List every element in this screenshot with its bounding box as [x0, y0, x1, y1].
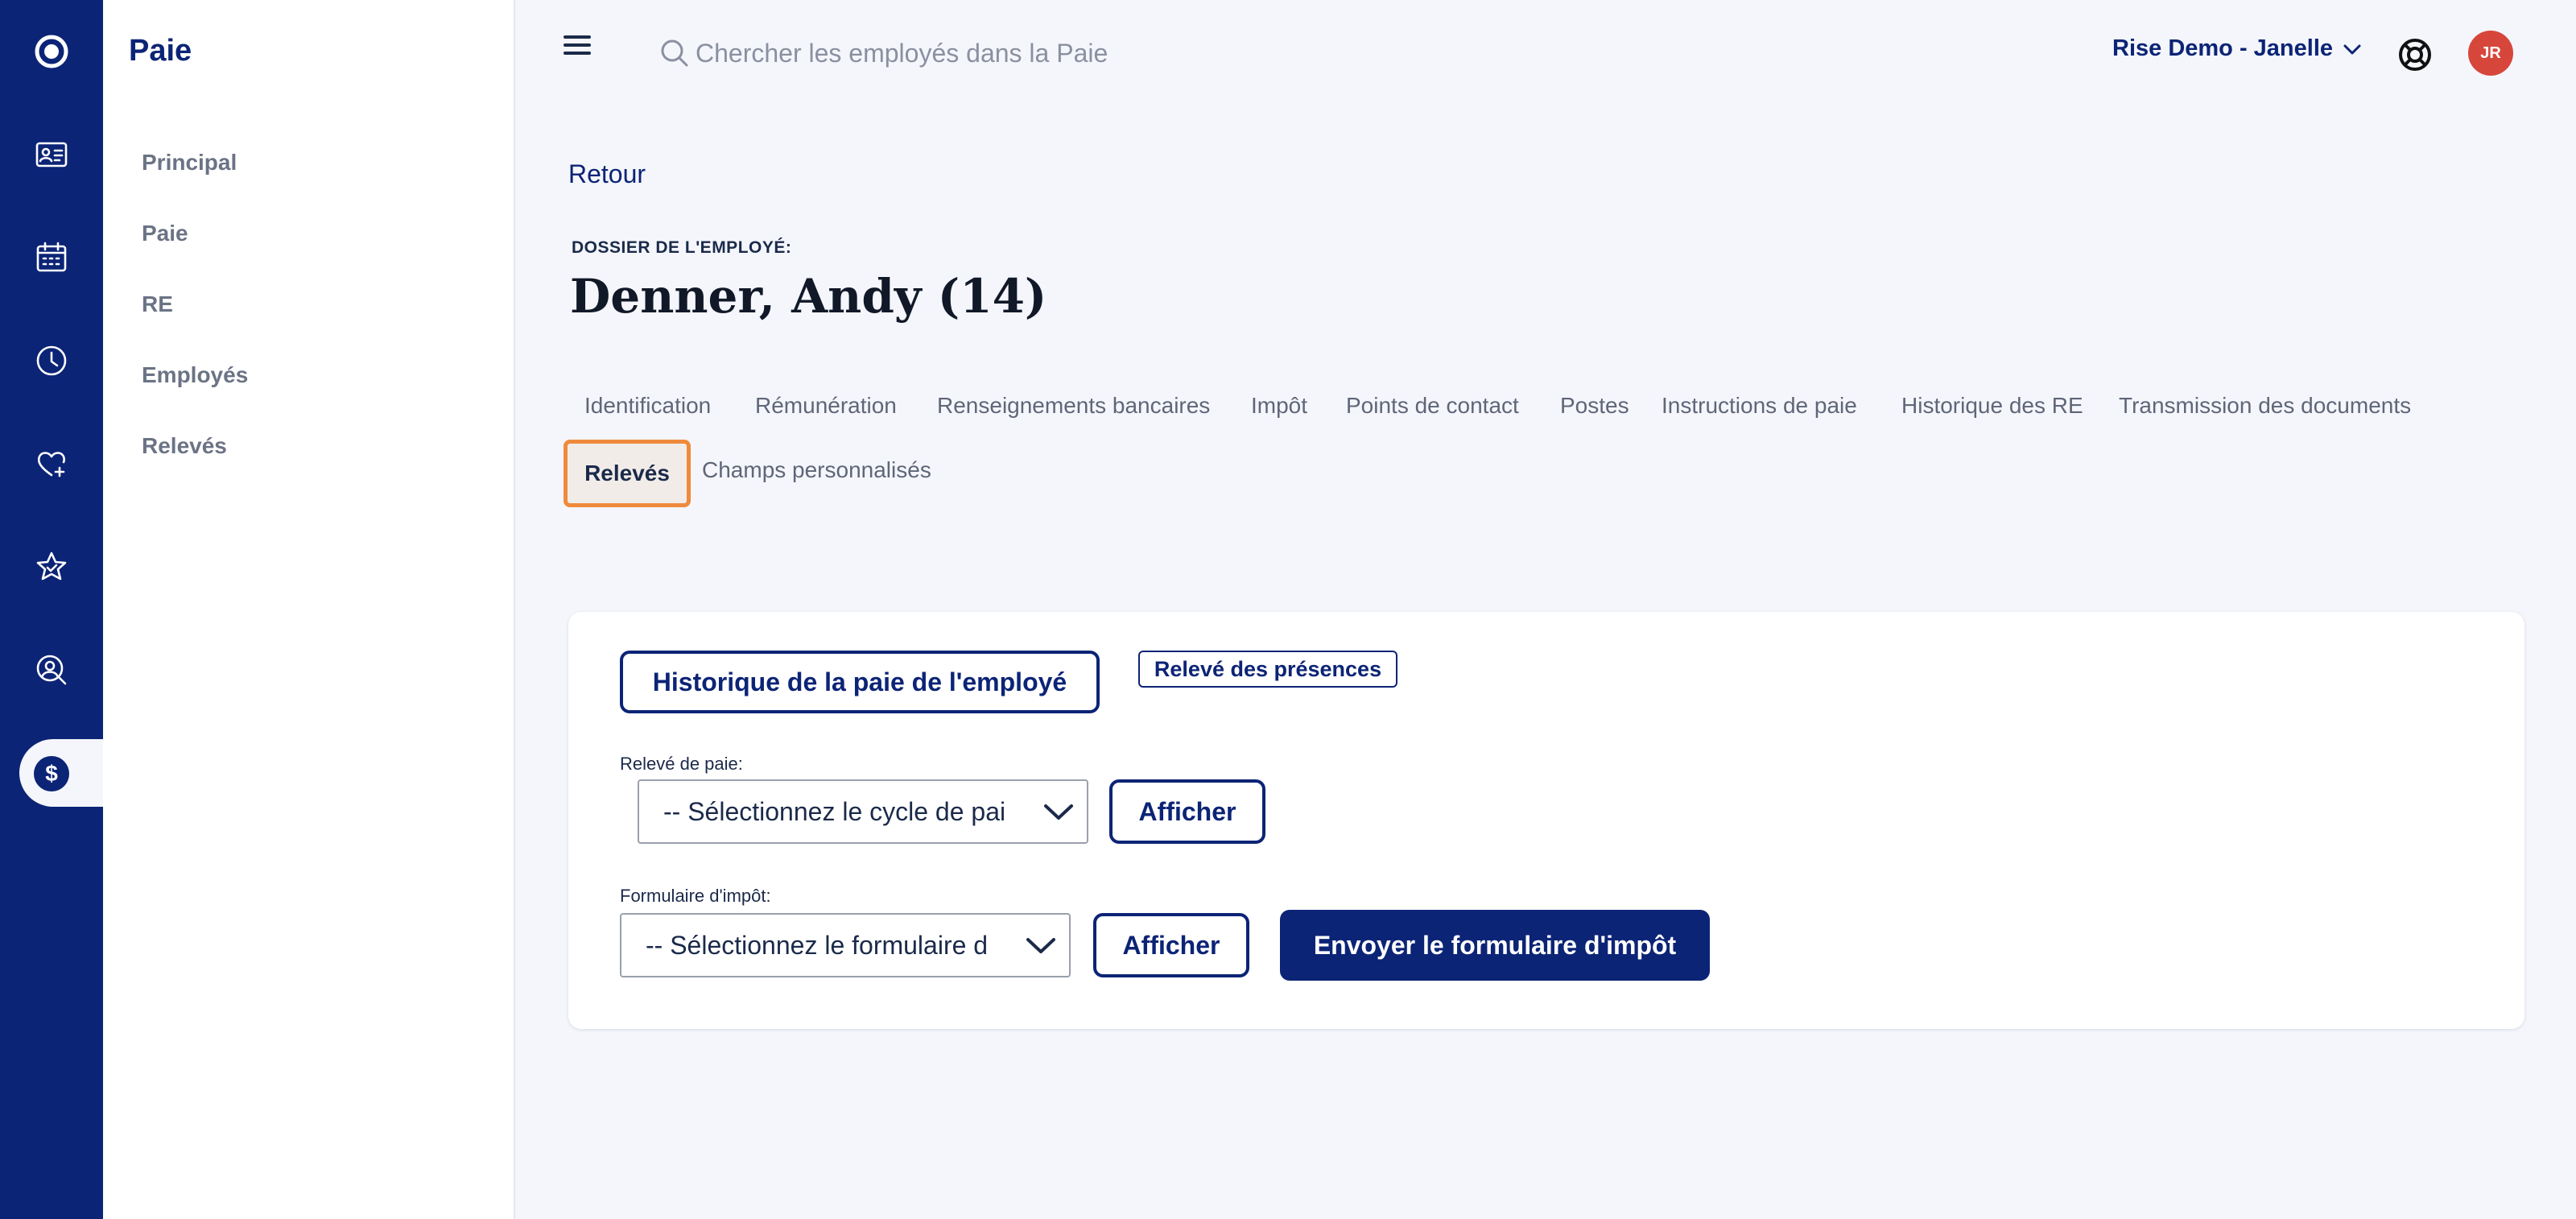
sidebar-item-paie[interactable]: Paie: [142, 221, 188, 246]
help-icon[interactable]: [2396, 35, 2434, 74]
sidebar-item-re[interactable]: RE: [142, 291, 173, 317]
search-icon: [661, 39, 688, 67]
tab-identification[interactable]: Identification: [584, 393, 711, 419]
tax-form-select-value: -- Sélectionnez le formulaire d: [646, 930, 989, 960]
tab-remuneration[interactable]: Rémunération: [755, 393, 897, 419]
tab-postes[interactable]: Postes: [1560, 393, 1629, 419]
avatar[interactable]: JR: [2468, 31, 2513, 76]
pay-cycle-select[interactable]: -- Sélectionnez le cycle de pai: [638, 779, 1088, 844]
chevron-down-icon: [2343, 44, 2361, 54]
employee-pay-history-button[interactable]: Historique de la paie de l'employé: [620, 651, 1100, 713]
tab-points-de-contact[interactable]: Points de contact: [1346, 393, 1519, 419]
star-icon[interactable]: [26, 541, 77, 593]
account-switcher[interactable]: Rise Demo - Janelle: [2112, 35, 2362, 62]
sidebar-item-principal[interactable]: Principal: [142, 150, 237, 176]
tab-renseignements-bancaires[interactable]: Renseignements bancaires: [937, 393, 1210, 419]
menu-icon[interactable]: [564, 35, 591, 55]
pay-stub-label: Relevé de paie:: [620, 754, 743, 774]
page-title: Denner, Andy (14): [570, 269, 1047, 324]
send-tax-form-button[interactable]: Envoyer le formulaire d'impôt: [1280, 910, 1710, 981]
search-input[interactable]: [696, 31, 1420, 76]
tab-transmission-des-documents[interactable]: Transmission des documents: [2119, 393, 2411, 419]
tab-impot[interactable]: Impôt: [1251, 393, 1307, 419]
account-label: Rise Demo - Janelle: [2112, 35, 2333, 61]
sidebar-item-releves[interactable]: Relevés: [142, 433, 227, 459]
tax-form-label: Formulaire d'impôt:: [620, 886, 771, 906]
clock-icon[interactable]: [26, 335, 77, 386]
app-rail: $: [0, 0, 109, 1219]
chevron-down-icon: [1013, 915, 1069, 976]
heart-plus-icon[interactable]: [26, 438, 77, 490]
tab-instructions-de-paie[interactable]: Instructions de paie: [1662, 393, 1857, 419]
id-card-icon[interactable]: [26, 129, 77, 180]
tab-historique-des-re[interactable]: Historique des RE: [1901, 393, 2083, 419]
section-sidebar: Paie Principal Paie RE Employés Relevés: [103, 0, 515, 1219]
tab-champs-personnalises[interactable]: Champs personnalisés: [702, 457, 931, 483]
show-tax-form-button[interactable]: Afficher: [1093, 913, 1249, 977]
show-pay-stub-button[interactable]: Afficher: [1109, 779, 1265, 844]
person-search-icon[interactable]: [26, 644, 77, 696]
sidebar-item-employes[interactable]: Employés: [142, 362, 248, 388]
chevron-down-icon: [1030, 781, 1087, 842]
tab-releves[interactable]: Relevés: [564, 440, 691, 507]
page-eyebrow: DOSSIER DE L'EMPLOYÉ:: [572, 238, 792, 257]
dollar-icon[interactable]: $: [34, 756, 69, 791]
logo-icon[interactable]: [26, 26, 77, 77]
back-link[interactable]: Retour: [568, 159, 646, 189]
statements-card: Historique de la paie de l'employé Relev…: [568, 612, 2524, 1029]
tax-form-select[interactable]: -- Sélectionnez le formulaire d: [620, 913, 1071, 977]
pay-cycle-select-value: -- Sélectionnez le cycle de pai: [663, 796, 1006, 826]
sidebar-title: Paie: [129, 34, 192, 68]
calendar-icon[interactable]: [26, 232, 77, 283]
attendance-statement-button[interactable]: Relevé des présences: [1138, 651, 1397, 688]
